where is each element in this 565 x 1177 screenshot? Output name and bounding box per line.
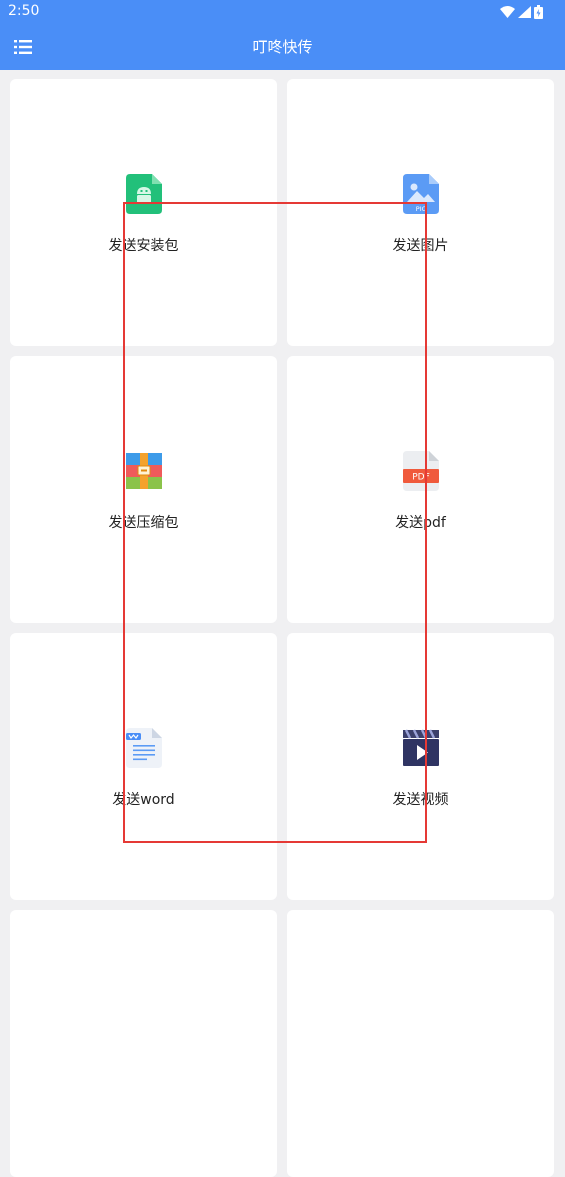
send-image-label: 发送图片	[392, 238, 449, 254]
battery-icon	[534, 5, 543, 19]
send-zip-label: 发送压缩包	[108, 515, 179, 531]
send-word-card[interactable]: 发送word	[10, 633, 277, 900]
video-clapper-icon	[403, 729, 439, 766]
send-video-card[interactable]: 发送视频	[287, 633, 554, 900]
more-card-right[interactable]	[287, 910, 554, 1177]
pdf-file-icon: PDF	[403, 451, 439, 491]
word-document-icon	[126, 728, 162, 768]
app-title: 叮咚快传	[252, 38, 313, 56]
zip-archive-icon	[126, 453, 162, 489]
send-apk-label: 发送安装包	[108, 238, 179, 254]
image-file-icon: PIC	[403, 174, 439, 214]
send-pdf-card[interactable]: PDF 发送pdf	[287, 356, 554, 623]
image-icon-text: PIC	[416, 205, 427, 213]
wifi-icon	[500, 6, 515, 18]
send-zip-card[interactable]: 发送压缩包	[10, 356, 277, 623]
send-apk-card[interactable]: 发送安装包	[10, 79, 277, 346]
pdf-icon-text: PDF	[412, 473, 430, 483]
send-word-label: 发送word	[112, 792, 175, 808]
send-video-label: 发送视频	[392, 792, 449, 808]
send-pdf-label: 发送pdf	[395, 515, 446, 531]
status-icons	[500, 4, 543, 20]
app-bar: 叮咚快传	[0, 24, 565, 70]
send-image-card[interactable]: PIC 发送图片	[287, 79, 554, 346]
signal-icon	[518, 6, 531, 18]
android-apk-file-icon	[126, 174, 162, 214]
more-card-left[interactable]	[10, 910, 277, 1177]
status-time: 2:50	[8, 3, 40, 19]
status-bar: 2:50	[0, 0, 565, 24]
